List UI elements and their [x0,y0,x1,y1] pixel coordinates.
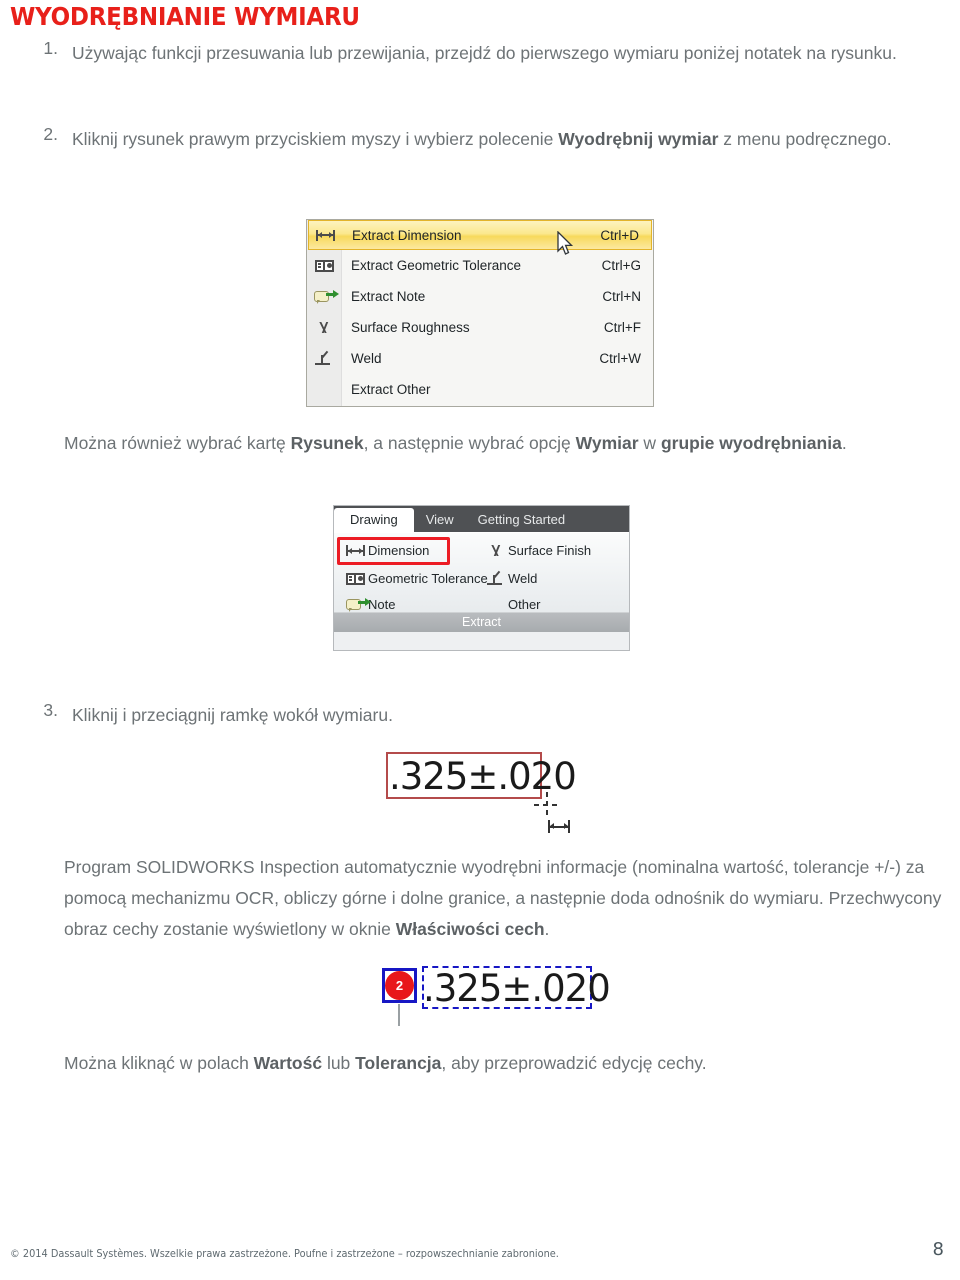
menu-item-extract-geometric-tolerance[interactable]: Extract Geometric Tolerance Ctrl+G [307,250,653,281]
ribbon-hint-p4: . [841,433,847,453]
ribbon-group-label: Extract [334,612,629,632]
crosshair-cursor-icon [534,792,560,818]
ocr-info-b1: Właściwości cech [395,919,545,939]
step-text: Używając funkcji przesuwania lub przewij… [72,38,934,69]
edit-hint-paragraph: Można kliknąć w polach Wartość lub Toler… [64,1048,944,1079]
step-text-tail: z menu podręcznego. [718,129,892,149]
menu-item-label: Extract Other [351,382,431,397]
menu-item-label: Weld [351,351,382,366]
edit-hint-p2: lub [322,1053,356,1073]
menu-item-shortcut: Ctrl+G [601,258,641,273]
ribbon-tab-bar: Drawing View Getting Started [334,506,629,532]
menu-item-extract-note[interactable]: Extract Note Ctrl+N [307,281,653,312]
edit-hint-b2: Tolerancja [355,1053,442,1073]
menu-item-extract-other[interactable]: Extract Other [307,374,653,405]
edit-hint-b1: Wartość [253,1053,323,1073]
ribbon-hint-paragraph: Można również wybrać kartę Rysunek, a na… [64,428,944,459]
ribbon-hint-b2: Wymiar [575,433,639,453]
note-icon [346,598,371,612]
mouse-cursor-icon [557,231,574,255]
menu-item-label: Surface Roughness [351,320,470,335]
menu-item-shortcut: Ctrl+W [599,351,641,366]
ribbon-button-other[interactable]: Other [508,597,541,612]
ribbon-button-dimension[interactable]: Dimension [346,543,429,558]
ocr-info-p2: . [544,919,550,939]
menu-item-shortcut: Ctrl+D [600,227,639,243]
step-text-plain: Kliknij i przeciągnij ramkę wokół wymiar… [72,705,393,725]
dimension-value-text: .325±.020 [423,967,611,1010]
ribbon-screenshot: Drawing View Getting Started Dimension G… [333,505,630,651]
copyright-footer: © 2014 Dassault Systèmes. Wszelkie prawa… [10,1248,559,1260]
document-page: WYODRĘBNIANIE WYMIARU 1. Używając funkcj… [0,0,960,1280]
dimension-icon [346,545,368,556]
ribbon-button-label: Surface Finish [508,543,592,558]
page-title: WYODRĘBNIANIE WYMIARU [10,2,360,31]
menu-item-extract-dimension[interactable]: Extract Dimension Ctrl+D [308,220,652,250]
step-number: 3. [43,700,58,720]
balloon-number-badge[interactable]: 2 [385,971,414,1000]
ribbon-button-note[interactable]: Note [346,597,395,612]
tab-getting-started[interactable]: Getting Started [466,508,577,532]
weld-icon [486,570,508,586]
step-number: 2. [43,124,58,144]
step-text: Kliknij rysunek prawym przyciskiem myszy… [72,124,934,155]
ribbon-hint-b3: grupie wyodrębniania [660,433,842,453]
ribbon-hint-p2: , a następnie wybrać opcję [363,433,576,453]
geometric-tolerance-icon [307,259,341,272]
step-text: Kliknij i przeciągnij ramkę wokół wymiar… [72,700,393,731]
ribbon-button-geometric-tolerance[interactable]: Geometric Tolerance [346,571,488,586]
surface-roughness-icon [486,544,508,557]
menu-item-shortcut: Ctrl+F [603,320,641,335]
step-item-3: 3. Kliknij i przeciągnij ramkę wokół wym… [24,700,934,731]
geometric-tolerance-icon [346,572,368,585]
menu-item-label: Extract Geometric Tolerance [351,258,522,273]
dimension-icon [309,229,342,241]
step-item-1: 1. Używając funkcji przesuwania lub prze… [24,38,934,69]
dimension-icon [548,820,570,833]
ribbon-button-label: Dimension [368,543,430,558]
step-text-bold: Wyodrębnij wymiar [558,129,719,149]
tab-view[interactable]: View [414,508,466,532]
step-text-plain: Używając funkcji przesuwania lub przewij… [72,43,897,63]
balloon-callout-screenshot: 2 .325±.020 [382,966,611,1034]
note-icon [307,290,341,304]
tab-drawing[interactable]: Drawing [334,508,414,532]
page-number: 8 [932,1239,944,1260]
ribbon-hint-p3: w [638,433,661,453]
step-text-plain: Kliknij rysunek prawym przyciskiem myszy… [72,129,559,149]
ribbon-button-surface-finish[interactable]: Surface Finish [486,543,591,558]
surface-roughness-icon [307,321,341,334]
ribbon-button-weld[interactable]: Weld [486,570,538,586]
ocr-info-paragraph: Program SOLIDWORKS Inspection automatycz… [64,852,950,945]
menu-item-shortcut: Ctrl+N [602,289,641,304]
menu-item-label: Extract Note [351,289,426,304]
edit-hint-p1: Można kliknąć w polach [64,1053,254,1073]
ribbon-button-label: Other [508,597,541,612]
balloon-leader-line [398,1004,400,1026]
dimension-capture-screenshot: .325±.020 [386,752,586,842]
ribbon-button-label: Geometric Tolerance [368,571,488,586]
ribbon-button-label: Note [368,597,396,612]
step-item-2: 2. Kliknij rysunek prawym przyciskiem my… [24,124,934,155]
menu-item-surface-roughness[interactable]: Surface Roughness Ctrl+F [307,312,653,343]
ribbon-hint-p1: Można również wybrać kartę [64,433,291,453]
edit-hint-p3: , aby przeprowadzić edycję cechy. [441,1053,707,1073]
ribbon-hint-b1: Rysunek [290,433,364,453]
context-menu-screenshot: Extract Dimension Ctrl+D Extract Geometr… [306,219,654,407]
ribbon-button-label: Weld [508,571,538,586]
menu-item-weld[interactable]: Weld Ctrl+W [307,343,653,374]
ribbon-extract-group: Dimension Geometric Tolerance Note Surfa… [334,532,629,632]
step-number: 1. [43,38,58,58]
weld-icon [307,350,341,366]
